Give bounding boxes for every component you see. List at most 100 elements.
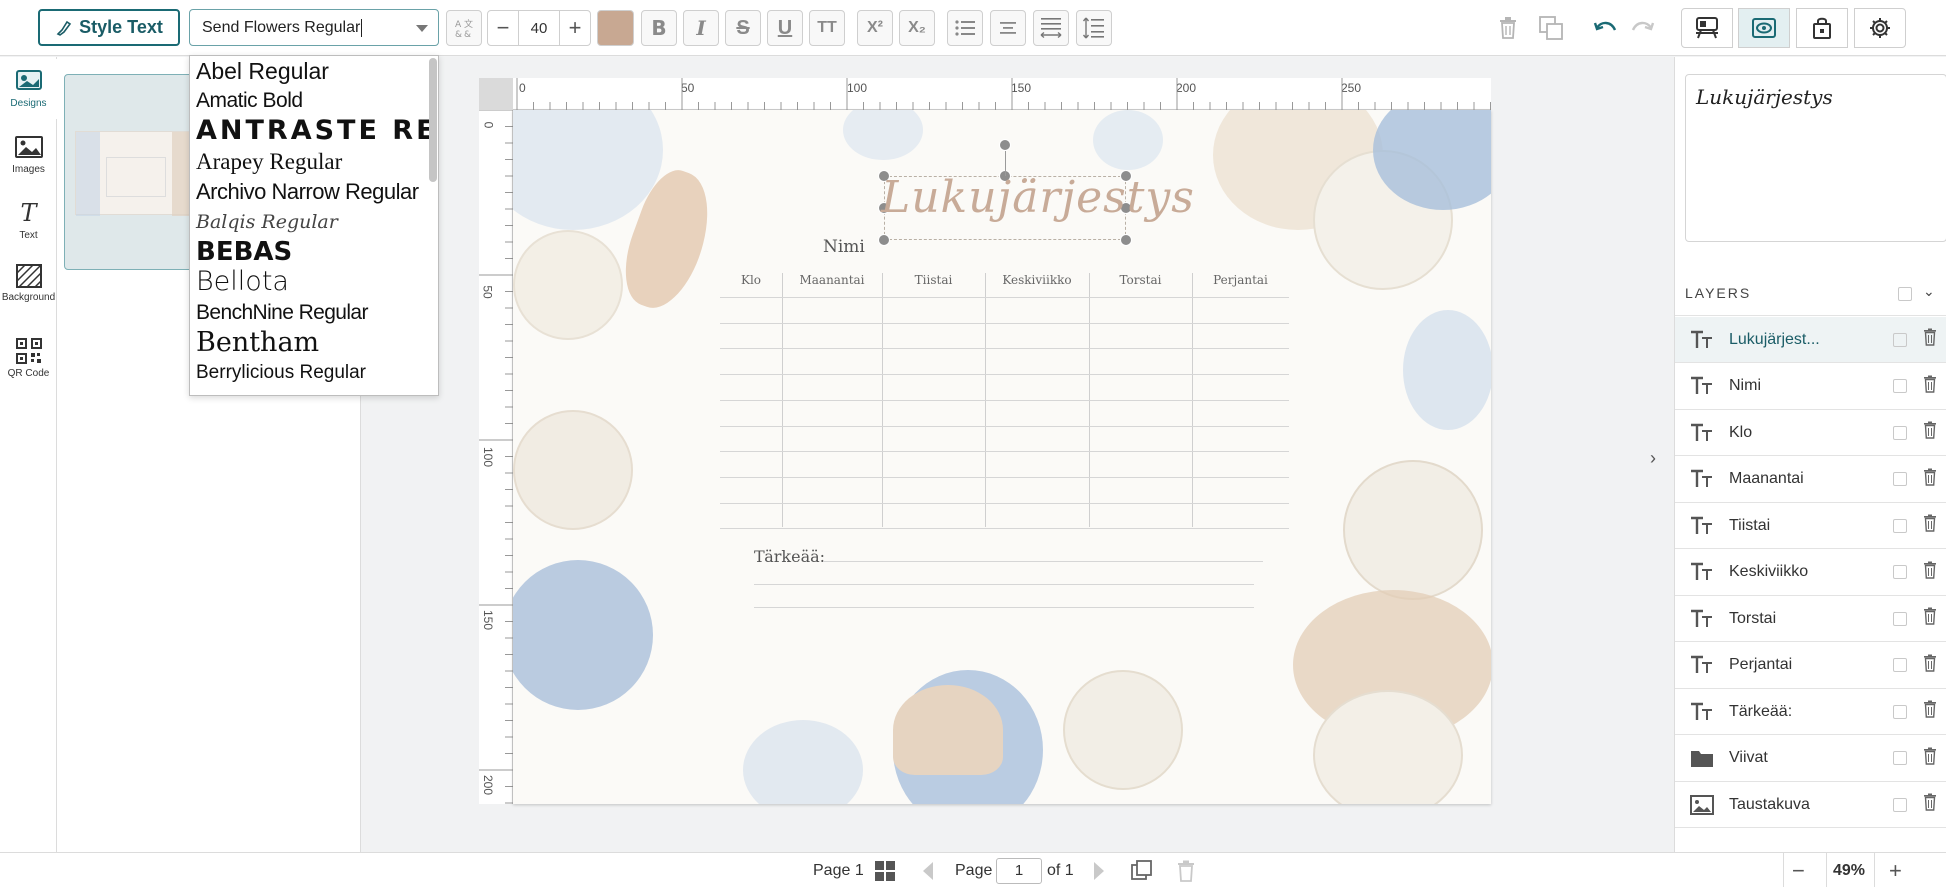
font-option-bentham[interactable]: Bentham (190, 328, 438, 358)
layer-row[interactable]: Keskiviikko (1675, 550, 1946, 596)
style-text-button[interactable]: Style Text (38, 9, 180, 46)
layer-row[interactable]: Maanantai (1675, 457, 1946, 503)
layer-lock-icon[interactable] (1893, 751, 1907, 765)
zoom-out-button[interactable]: − (1792, 853, 1805, 887)
zoom-level[interactable]: 49% (1830, 853, 1868, 887)
font-option-balqis[interactable]: Balqis Regular (190, 207, 438, 237)
layer-delete-button[interactable] (1923, 700, 1937, 723)
subscript-button[interactable]: X₂ (899, 10, 935, 46)
bold-button[interactable]: B (641, 10, 677, 46)
font-option-bellota[interactable]: Bellota (190, 267, 438, 297)
delete-page-button[interactable] (1177, 853, 1195, 887)
rail-images[interactable]: Images (0, 125, 57, 185)
delete-button[interactable] (1490, 10, 1526, 46)
undo-button[interactable] (1588, 10, 1624, 46)
column-header-keskiviikko[interactable]: Keskiviikko (985, 273, 1089, 287)
layer-delete-button[interactable] (1923, 561, 1937, 584)
uppercase-button[interactable]: TT (809, 10, 845, 46)
rotate-handle[interactable] (999, 139, 1011, 151)
strikethrough-button[interactable]: S (725, 10, 761, 46)
layers-lock-all-icon[interactable] (1898, 287, 1912, 301)
layer-lock-icon[interactable] (1893, 797, 1907, 812)
layer-row[interactable]: Perjantai (1675, 643, 1946, 689)
font-option-archivo-narrow[interactable]: Archivo Narrow Regular (190, 177, 438, 207)
layer-delete-button[interactable] (1923, 375, 1937, 398)
column-header-tiistai[interactable]: Tiistai (882, 273, 985, 287)
layer-lock-icon[interactable] (1893, 704, 1907, 719)
name-label-text[interactable]: Nimi (823, 237, 865, 257)
layer-lock-icon[interactable] (1893, 332, 1907, 347)
layer-lock-icon[interactable] (1893, 425, 1907, 440)
design-tab[interactable] (1681, 8, 1733, 48)
layer-lock-icon[interactable] (1893, 472, 1907, 486)
important-label-text[interactable]: Tärkeää: (754, 547, 825, 566)
page-thumbnail[interactable] (75, 131, 195, 216)
layer-delete-button[interactable] (1923, 514, 1937, 537)
letter-spacing-button[interactable] (1033, 10, 1069, 46)
layer-lock-icon[interactable] (1893, 565, 1907, 579)
underline-button[interactable]: U (767, 10, 803, 46)
duplicate-page-button[interactable] (1131, 853, 1153, 887)
font-option-antraste[interactable]: ANTRASTE REG (190, 116, 438, 146)
page-number-input[interactable]: 1 (996, 857, 1042, 884)
rail-qr-code[interactable]: QR Code (0, 328, 57, 388)
resize-handle-bl[interactable] (878, 234, 890, 246)
layer-row[interactable]: Lukujärjest... (1675, 317, 1946, 363)
column-header-klo[interactable]: Klo (720, 273, 782, 287)
duplicate-button[interactable] (1533, 10, 1569, 46)
line-height-button[interactable] (1076, 10, 1112, 46)
zoom-in-button[interactable]: + (1889, 853, 1902, 887)
superscript-button[interactable]: X² (857, 10, 893, 46)
layer-delete-button[interactable] (1923, 328, 1937, 351)
layers-collapse-chevron-icon[interactable]: ⌄ (1923, 283, 1935, 300)
layer-delete-button[interactable] (1923, 468, 1937, 491)
bullet-list-button[interactable] (947, 10, 983, 46)
design-title-text[interactable]: Lukujärjestys (881, 172, 1194, 226)
dropdown-scrollbar[interactable] (429, 58, 437, 182)
layer-lock-icon[interactable] (1893, 518, 1907, 533)
italic-button[interactable]: I (683, 10, 719, 46)
preview-tab[interactable] (1738, 8, 1790, 48)
design-artboard[interactable]: Lukujärjestys Nimi Klo Maanantai Tiistai… (513, 110, 1491, 804)
layer-lock-icon[interactable] (1893, 658, 1907, 672)
layer-lock-icon[interactable] (1893, 611, 1907, 626)
font-option-benchnine[interactable]: BenchNine Regular (190, 298, 438, 328)
layer-row[interactable]: Tiistai (1675, 503, 1946, 549)
font-pair-button[interactable]: A 文 & & (446, 10, 482, 46)
layer-delete-button[interactable] (1923, 747, 1937, 770)
font-family-select[interactable]: Send Flowers Regular (189, 9, 439, 46)
align-center-button[interactable] (990, 10, 1026, 46)
collapse-panel-chevron-icon[interactable]: › (1650, 448, 1656, 469)
font-family-dropdown[interactable]: Abel Regular Amatic Bold ANTRASTE REG Ar… (189, 55, 439, 396)
font-size-decrease-button[interactable]: − (488, 11, 518, 45)
layer-row[interactable]: Viivat (1675, 736, 1946, 782)
text-edit-area[interactable]: Lukujärjestys (1685, 74, 1946, 242)
redo-button[interactable] (1624, 10, 1660, 46)
layer-row[interactable]: Tärkeää: (1675, 689, 1946, 735)
settings-tab[interactable] (1854, 8, 1906, 48)
layer-row[interactable]: Klo (1675, 410, 1946, 456)
font-option-bebas[interactable]: BEBAS (190, 237, 438, 267)
layer-delete-button[interactable] (1923, 421, 1937, 444)
font-option-arapey[interactable]: Arapey Regular (190, 147, 438, 177)
text-color-swatch[interactable] (597, 10, 634, 46)
font-option-berrylicious[interactable]: Berrylicious Regular (190, 358, 438, 388)
rail-designs[interactable]: Designs (0, 59, 57, 119)
font-option-abel[interactable]: Abel Regular (190, 56, 438, 86)
font-size-increase-button[interactable]: + (560, 11, 590, 45)
column-header-torstai[interactable]: Torstai (1089, 273, 1192, 287)
page-grid-button[interactable] (874, 853, 896, 887)
previous-page-button[interactable] (921, 853, 935, 887)
layer-row[interactable]: Torstai (1675, 596, 1946, 642)
layer-row[interactable]: Taustakuva (1675, 782, 1946, 828)
rail-text[interactable]: T Text (0, 190, 57, 250)
schedule-table[interactable]: Klo Maanantai Tiistai Keskiviikko Torsta… (720, 273, 1289, 530)
font-size-input[interactable]: 40 (518, 11, 560, 45)
layer-delete-button[interactable] (1923, 654, 1937, 677)
column-header-maanantai[interactable]: Maanantai (782, 273, 882, 287)
checkout-tab[interactable] (1796, 8, 1848, 48)
layer-row[interactable]: Nimi (1675, 364, 1946, 410)
layer-lock-icon[interactable] (1893, 379, 1907, 393)
column-header-perjantai[interactable]: Perjantai (1192, 273, 1289, 287)
rail-background[interactable]: Background (0, 253, 57, 313)
